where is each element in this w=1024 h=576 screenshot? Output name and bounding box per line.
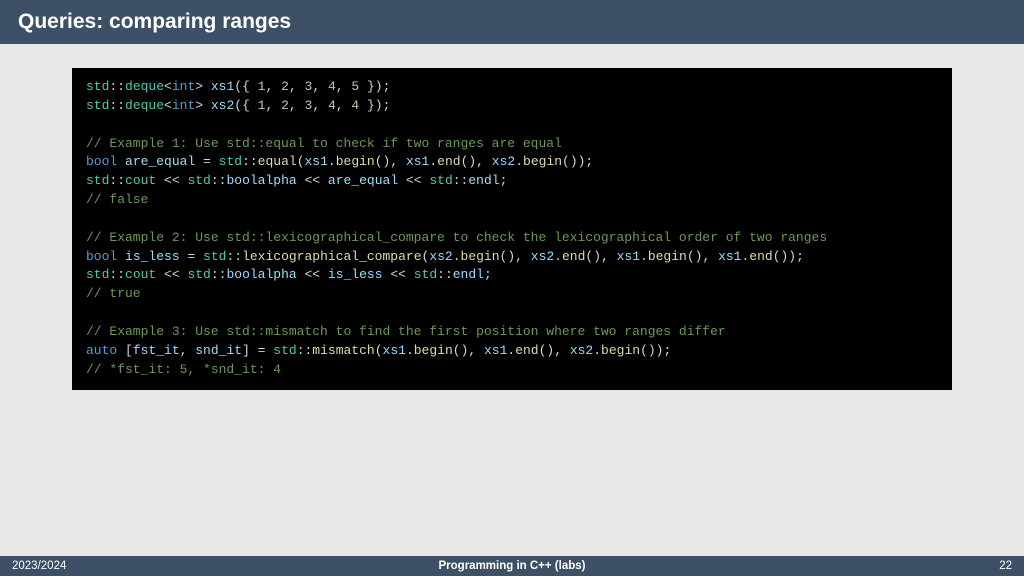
slide-content: std::deque<int> xs1({ 1, 2, 3, 4, 5 }); … <box>0 44 1024 414</box>
comment-example-3: // Example 3: Use std::mismatch to find … <box>86 324 726 339</box>
comment-example-1: // Example 1: Use std::equal to check if… <box>86 136 562 151</box>
footer-title: Programming in C++ (labs) <box>439 560 586 572</box>
comment-result-2: // true <box>86 286 141 301</box>
comment-result-1: // false <box>86 192 148 207</box>
footer-year: 2023/2024 <box>12 560 66 572</box>
comment-example-2: // Example 2: Use std::lexicographical_c… <box>86 230 827 245</box>
slide-header: Queries: comparing ranges <box>0 0 1024 44</box>
comment-result-3: // *fst_it: 5, *snd_it: 4 <box>86 362 281 377</box>
footer-page-number: 22 <box>999 560 1012 572</box>
slide-footer: 2023/2024 Programming in C++ (labs) 22 <box>0 556 1024 576</box>
slide-title: Queries: comparing ranges <box>18 10 291 33</box>
code-block: std::deque<int> xs1({ 1, 2, 3, 4, 5 }); … <box>72 68 952 390</box>
